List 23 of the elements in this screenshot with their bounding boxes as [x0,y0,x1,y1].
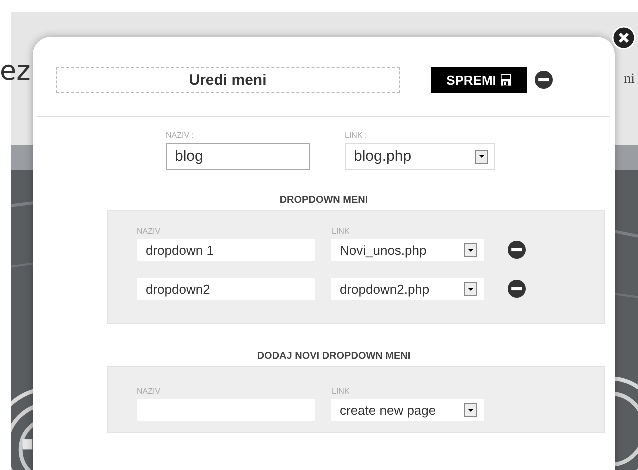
field-label: NAZIV [137,227,162,238]
menu-text: ni [624,72,635,88]
name-field[interactable]: dropdown2 [137,278,315,300]
field-label: LINK [332,227,350,238]
field-label: LINK [332,387,350,398]
close-icon[interactable] [612,26,636,50]
remove-icon[interactable] [508,241,526,259]
link-select[interactable]: dropdown2.php [331,278,484,300]
field-label: NAZIV [137,387,162,398]
name-field[interactable]: blog [166,143,310,170]
field-label: LINK : [345,131,368,142]
link-select[interactable]: create new page [331,399,484,421]
heading-text: ez [0,56,31,87]
name-field[interactable]: dropdown 1 [137,239,315,261]
save-button[interactable]: SPREMI [431,67,527,93]
dialog-title: Uredi meni [56,67,400,93]
remove-icon[interactable] [508,280,526,298]
link-select[interactable]: blog.php [345,143,495,170]
section-heading: DROPDOWN MENI [278,195,370,206]
link-select[interactable]: Novi_unos.php [331,239,484,261]
remove-icon[interactable] [535,71,553,89]
section-heading: DODAJ NOVI DROPDOWN MENI [256,351,412,362]
field-label: NAZIV : [166,131,196,142]
